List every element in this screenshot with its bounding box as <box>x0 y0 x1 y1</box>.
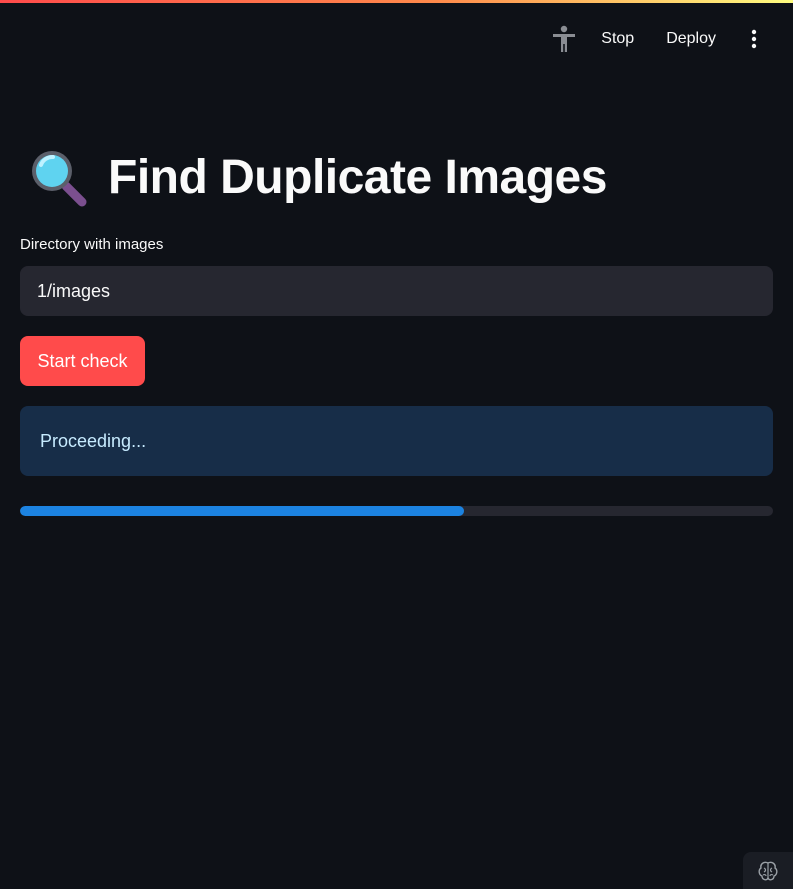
status-info-box: Proceeding... <box>20 406 773 476</box>
progress-bar-fill <box>20 506 465 516</box>
start-check-button[interactable]: Start check <box>20 336 145 386</box>
stop-button[interactable]: Stop <box>591 24 644 54</box>
directory-field-label: Directory with images <box>20 236 164 253</box>
progress-bar <box>20 506 773 516</box>
status-message: Proceeding... <box>40 430 147 451</box>
page-title: Find Duplicate Images <box>108 151 607 204</box>
deploy-button[interactable]: Deploy <box>656 24 726 54</box>
page-title-row: Find Duplicate Images <box>28 148 607 208</box>
brain-icon <box>758 861 778 880</box>
app-page: Stop Deploy Find Duplicate Images Direct… <box>0 0 793 889</box>
header-toolbar: Stop Deploy <box>549 22 793 56</box>
app-status-badge[interactable] <box>743 852 793 889</box>
kebab-menu-icon <box>751 29 757 49</box>
directory-input[interactable] <box>20 266 773 316</box>
top-decoration-stripe <box>0 0 793 3</box>
magnifying-glass-icon <box>32 151 87 207</box>
main-menu-button[interactable] <box>740 23 768 55</box>
running-figure-icon <box>549 24 579 54</box>
